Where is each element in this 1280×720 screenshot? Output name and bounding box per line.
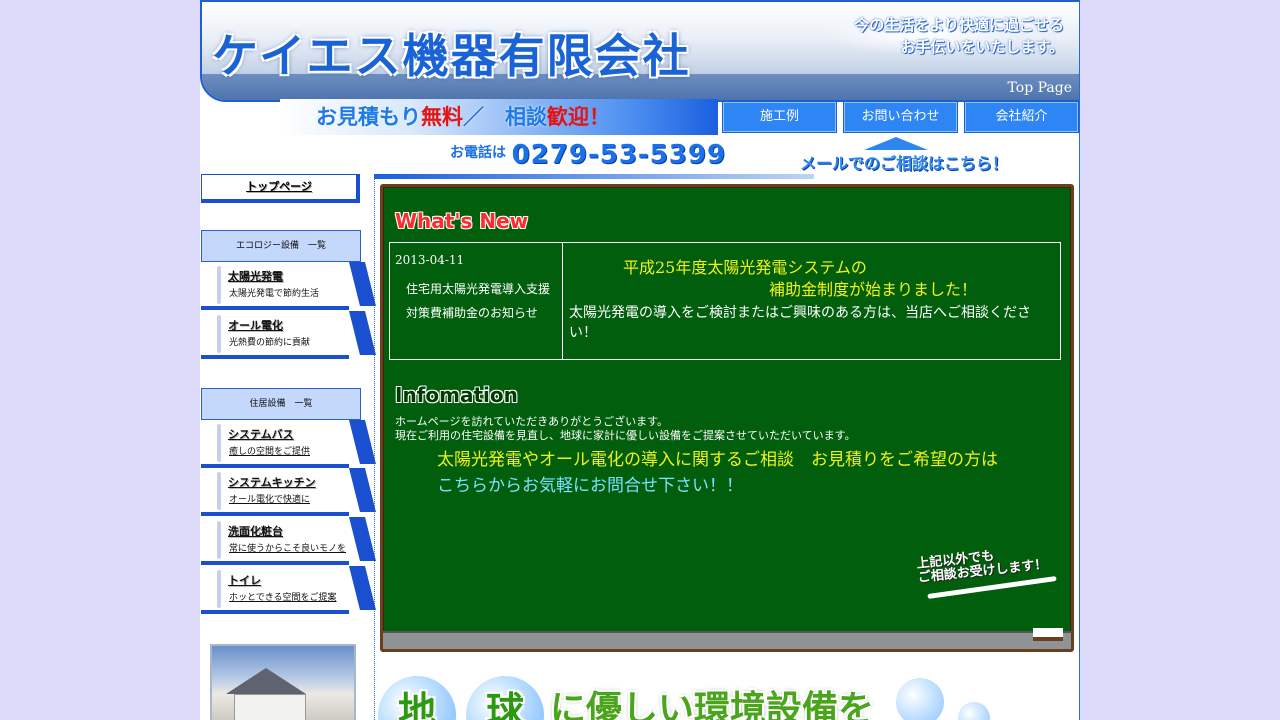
chalk-tray [383, 628, 1071, 649]
news-content-cell: 平成25年度太陽光発電システムの 補助金制度が始まりました！ 太陽光発電の導入を… [563, 243, 1060, 359]
phone-label: お電話は [450, 145, 506, 161]
sidebar-item-title: オール電化 [228, 319, 283, 332]
news-date: 2013-04-11 [395, 253, 465, 267]
cta-line-2: こちらからお気軽にお問合せ下さい！！ [437, 476, 743, 496]
house-wall [234, 694, 306, 720]
sidebar-item-title: トイレ [228, 574, 261, 587]
nav-company-info-button[interactable]: 会社紹介 [964, 101, 1079, 133]
news-table: 2013-04-11 住宅用太陽光発電導入支援対策費補助金のお知らせ 平成25年… [389, 242, 1061, 360]
content-top-rule [374, 174, 814, 179]
eraser-icon [1033, 628, 1063, 641]
page-frame-border [1079, 0, 1080, 720]
sidebar-item-subtitle: 癒しの空間をご提供 [229, 447, 311, 457]
slogan-part-1: お見積もり [316, 105, 421, 129]
news-body: 太陽光発電の導入をご検討またはご興味のある方は、当店へご相談ください！ [569, 305, 1031, 341]
company-logo[interactable]: ケイエス機器有限会社 [212, 20, 691, 86]
sidebar-item-system-bath[interactable]: システムバス 癒しの空間をご提供 [201, 420, 349, 468]
slogan-strip: お見積もり無料／ 相談歓迎！ [280, 99, 718, 135]
sidebar-item-subtitle: 常に使うからこそ良いモノを [229, 544, 347, 554]
house-photo [210, 644, 356, 720]
tagline-line-2: お手伝いをいたします。 [900, 38, 1064, 56]
sidebar-top-page-button[interactable]: トップページ [201, 174, 360, 203]
sidebar-divider [374, 176, 375, 720]
nav-construction-examples-button[interactable]: 施工例 [722, 101, 837, 133]
sidebar-item-toilet[interactable]: トイレ ホッとできる空間をご提案 [201, 566, 349, 614]
information-line-2: 現在ご利用の住宅設備を見直し、地球に家計に優しい設備をご提案させていただいていま… [395, 429, 856, 442]
globe-icon: 地 [378, 676, 456, 720]
sidebar-item-subtitle: 光熱費の節約に貢献 [229, 338, 311, 348]
page-container: ケイエス機器有限会社 今の生活をより快適に過ごせる お手伝いをいたします。 To… [200, 0, 1080, 720]
sidebar-item-solar[interactable]: 太陽光発電 太陽光発電で節約生活 [201, 262, 349, 310]
slogan-part-2: 無料 [421, 105, 463, 129]
sidebar-item-subtitle: オール電化で快適に [229, 495, 311, 505]
news-blackboard: What's New 2013-04-11 住宅用太陽光発電導入支援対策費補助金… [380, 184, 1074, 652]
sidebar-item-subtitle: 太陽光発電で節約生活 [229, 289, 320, 299]
sidebar-item-title: 太陽光発電 [228, 270, 283, 283]
tagline-line-1: 今の生活をより快適に過ごせる [854, 16, 1064, 34]
phone-number[interactable]: 0279-53-5399 [512, 140, 727, 170]
house-roof [226, 668, 306, 694]
eco-banner-text: に優しい環境設備を [550, 689, 875, 720]
cta-line-1: 太陽光発電やオール電化の導入に関するご相談 お見積りをご希望の方は [437, 450, 998, 470]
bubble-icon [896, 678, 944, 720]
consultation-cta[interactable]: 太陽光発電やオール電化の導入に関するご相談 お見積りをご希望の方は こちらからお… [437, 447, 1027, 499]
bubble-icon [958, 702, 990, 720]
globe-icon: 球 [466, 676, 544, 720]
slogan-part-3: ／ 相談 [463, 105, 547, 129]
news-title: 住宅用太陽光発電導入支援対策費補助金のお知らせ [406, 282, 551, 320]
nav-contact-button[interactable]: お問い合わせ [843, 101, 958, 133]
header-tagline: 今の生活をより快適に過ごせる お手伝いをいたします。 [824, 14, 1064, 58]
sidebar-item-all-electric[interactable]: オール電化 光熱費の節約に貢献 [201, 311, 349, 359]
sidebar-item-system-kitchen[interactable]: システムキッチン オール電化で快適に [201, 468, 349, 516]
news-headline-line-2: 補助金制度が始まりました！ [769, 280, 978, 299]
information-text: ホームページを訪れていただきありがとうございます。 現在ご利用の住宅設備を見直し… [395, 415, 856, 443]
sidebar-item-title: 洗面化粧台 [228, 525, 283, 538]
news-headline: 平成25年度太陽光発電システムの 補助金制度が始まりました！ [623, 257, 1043, 301]
header-banner: ケイエス機器有限会社 今の生活をより快適に過ごせる お手伝いをいたします。 To… [200, 0, 1080, 102]
eco-equipment-header: エコロジー設備 一覧 [201, 230, 361, 262]
sidebar-top-page-label: トップページ [246, 180, 312, 193]
sidebar-item-vanity[interactable]: 洗面化粧台 常に使うからこそ良いモノを [201, 517, 349, 565]
sidebar-item-title: システムバス [228, 428, 294, 441]
slogan-text: お見積もり無料／ 相談歓迎！ [316, 101, 610, 131]
slogan-part-4: 歓迎！ [547, 105, 610, 129]
news-meta-cell: 2013-04-11 住宅用太陽光発電導入支援対策費補助金のお知らせ [390, 243, 563, 359]
news-headline-line-1: 平成25年度太陽光発電システムの [623, 258, 867, 277]
information-line-1: ホームページを訪れていただきありがとうございます。 [395, 415, 669, 428]
sidebar-item-subtitle: ホッとできる空間をご提案 [229, 593, 337, 603]
information-heading: Infomation [395, 383, 518, 407]
top-page-link[interactable]: Top Page [1008, 80, 1072, 96]
phone-contact: お電話は 0279-53-5399 [450, 140, 726, 170]
mail-consult-link[interactable]: メールでのご相談はこちら！ [800, 150, 1008, 174]
mail-arrow-icon [864, 137, 928, 150]
sidebar-item-title: システムキッチン [228, 476, 316, 489]
whats-new-heading: What's New [395, 209, 529, 233]
home-equipment-header: 住居設備 一覧 [201, 388, 361, 420]
eco-banner: 地 球 に優しい環境設備を [376, 676, 1076, 720]
